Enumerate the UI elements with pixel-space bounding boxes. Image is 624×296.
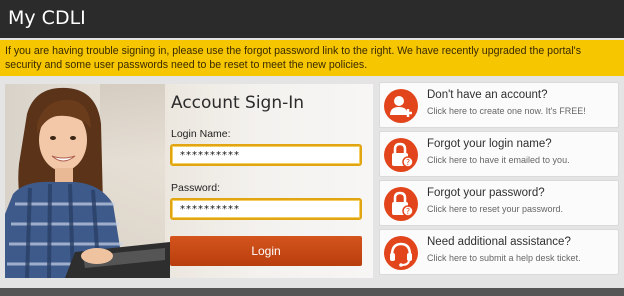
card-subtitle: Click here to have it emailed to you. [427, 155, 570, 165]
card-title: Forgot your login name? [427, 138, 552, 150]
card-subtitle: Click here to submit a help desk ticket. [427, 253, 581, 263]
sign-in-panel: Account Sign-In Login Name: ********** P… [5, 84, 373, 278]
card-title: Forgot your password? [427, 187, 545, 199]
create-account-card[interactable]: Don't have an account? Click here to cre… [379, 82, 619, 128]
forgot-password-card[interactable]: ? Forgot your password? Click here to re… [379, 180, 619, 226]
sign-in-heading: Account Sign-In [171, 93, 305, 113]
login-name-input[interactable]: ********** [170, 144, 362, 166]
svg-text:?: ? [406, 207, 410, 216]
lock-question-icon: ? [384, 138, 418, 172]
student-photo [5, 87, 170, 278]
password-label: Password: [171, 182, 221, 194]
password-input[interactable]: ********** [170, 198, 362, 220]
footer-bar [0, 288, 624, 296]
card-title: Don't have an account? [427, 89, 548, 101]
help-desk-card[interactable]: Need additional assistance? Click here t… [379, 229, 619, 275]
card-subtitle: Click here to reset your password. [427, 204, 564, 214]
card-title: Need additional assistance? [427, 236, 571, 248]
lock-question-icon: ? [384, 187, 418, 221]
login-button[interactable]: Login [170, 236, 362, 266]
forgot-login-name-card[interactable]: ? Forgot your login name? Click here to … [379, 131, 619, 177]
login-name-label: Login Name: [171, 128, 231, 140]
add-user-icon [384, 89, 418, 123]
card-subtitle: Click here to create one now. It's FREE! [427, 106, 586, 116]
top-bar: My CDLI [0, 0, 624, 38]
svg-text:?: ? [406, 158, 410, 167]
app-title: My CDLI [8, 7, 86, 29]
sign-in-form: Account Sign-In Login Name: ********** P… [165, 84, 373, 278]
headset-icon [384, 236, 418, 270]
security-alert-banner: If you are having trouble signing in, pl… [0, 40, 624, 76]
